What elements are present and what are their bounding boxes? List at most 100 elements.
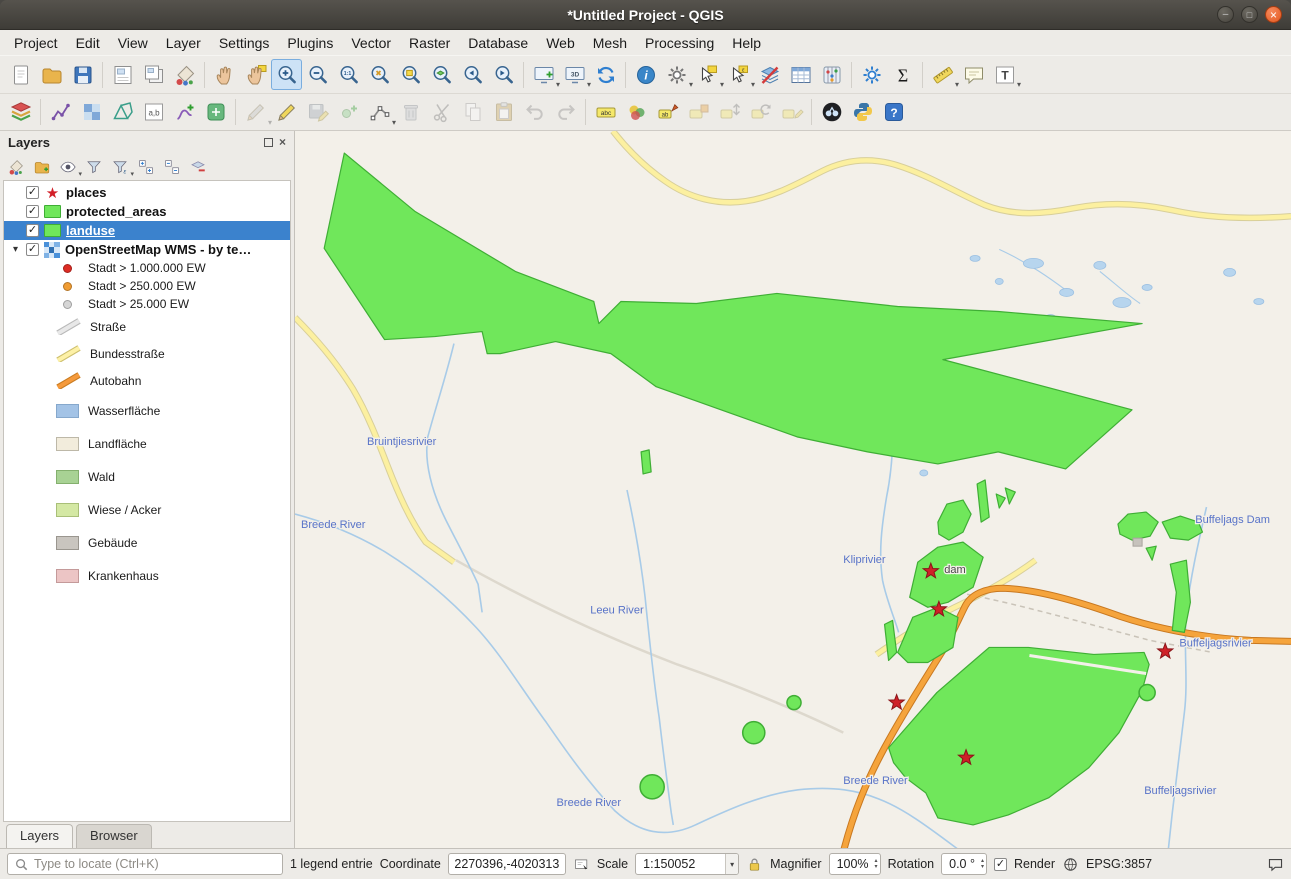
add-vector-layer-icon[interactable] bbox=[45, 97, 76, 128]
menu-project[interactable]: Project bbox=[5, 32, 67, 54]
new-shapefile-layer-icon[interactable] bbox=[169, 97, 200, 128]
save-project-icon[interactable] bbox=[67, 59, 98, 90]
zoom-out-icon[interactable] bbox=[302, 59, 333, 90]
spinner-arrows-icon[interactable]: ▴▾ bbox=[981, 858, 984, 870]
osm-place-search-icon[interactable] bbox=[816, 97, 847, 128]
remove-layer-icon[interactable] bbox=[186, 155, 210, 178]
menu-settings[interactable]: Settings bbox=[210, 32, 279, 54]
deselect-features-icon[interactable] bbox=[754, 59, 785, 90]
cut-features-icon[interactable] bbox=[426, 97, 457, 128]
pin-labels-icon[interactable]: ab bbox=[652, 97, 683, 128]
filter-by-expression-icon[interactable]: ε▾ bbox=[108, 155, 132, 178]
menu-processing[interactable]: Processing bbox=[636, 32, 723, 54]
close-icon[interactable] bbox=[1265, 6, 1282, 23]
add-group-icon[interactable] bbox=[30, 155, 54, 178]
layer-visibility-checkbox[interactable]: ✓ bbox=[26, 186, 39, 199]
zoom-to-layer-icon[interactable] bbox=[426, 59, 457, 90]
change-label-icon[interactable] bbox=[776, 97, 807, 128]
highlight-pinned-labels-icon[interactable] bbox=[683, 97, 714, 128]
layer-item-places[interactable]: ✓★places bbox=[4, 183, 290, 202]
vertex-tool-icon[interactable]: ▾ bbox=[364, 97, 395, 128]
menu-view[interactable]: View bbox=[109, 32, 157, 54]
add-delimited-text-layer-icon[interactable]: a,b bbox=[138, 97, 169, 128]
identify-features-icon[interactable]: i bbox=[630, 59, 661, 90]
help-contents-icon[interactable]: ? bbox=[878, 97, 909, 128]
add-feature-icon[interactable] bbox=[333, 97, 364, 128]
run-feature-action-icon[interactable]: ▾ bbox=[661, 59, 692, 90]
show-layout-manager-icon[interactable] bbox=[138, 59, 169, 90]
menu-web[interactable]: Web bbox=[537, 32, 584, 54]
coordinate-input[interactable]: 2270396,-4020313 bbox=[448, 853, 566, 875]
new-geopackage-layer-icon[interactable] bbox=[200, 97, 231, 128]
processing-toolbox-icon[interactable] bbox=[856, 59, 887, 90]
maximize-icon[interactable] bbox=[1241, 6, 1258, 23]
layer-visibility-checkbox[interactable]: ✓ bbox=[26, 243, 39, 256]
lock-scale-icon[interactable] bbox=[746, 856, 763, 873]
dock-close-icon[interactable]: × bbox=[279, 137, 286, 147]
manage-map-themes-icon[interactable]: ▾ bbox=[56, 155, 80, 178]
dock-tab-layers[interactable]: Layers bbox=[6, 824, 73, 848]
measure-line-icon[interactable]: ▾ bbox=[927, 59, 958, 90]
pan-to-selection-icon[interactable] bbox=[240, 59, 271, 90]
layer-item-openstreetmap-wms-by-te-[interactable]: ▾✓OpenStreetMap WMS - by te… bbox=[4, 240, 290, 259]
new-map-view-icon[interactable]: ▾ bbox=[528, 59, 559, 90]
collapse-all-icon[interactable] bbox=[160, 155, 184, 178]
crs-icon[interactable] bbox=[1062, 856, 1079, 873]
zoom-to-selection-icon[interactable] bbox=[395, 59, 426, 90]
render-checkbox[interactable]: ✓ bbox=[994, 858, 1007, 871]
delete-selected-icon[interactable] bbox=[395, 97, 426, 128]
layer-visibility-checkbox[interactable]: ✓ bbox=[26, 224, 39, 237]
zoom-last-icon[interactable] bbox=[457, 59, 488, 90]
layer-item-protected-areas[interactable]: ✓protected_areas bbox=[4, 202, 290, 221]
chevron-down-icon[interactable]: ▾ bbox=[725, 854, 738, 874]
zoom-full-icon[interactable] bbox=[364, 59, 395, 90]
menu-layer[interactable]: Layer bbox=[157, 32, 210, 54]
open-data-source-manager-icon[interactable] bbox=[5, 97, 36, 128]
expand-all-icon[interactable] bbox=[134, 155, 158, 178]
redo-icon[interactable] bbox=[550, 97, 581, 128]
rotate-label-icon[interactable] bbox=[745, 97, 776, 128]
python-console-icon[interactable] bbox=[847, 97, 878, 128]
zoom-next-icon[interactable] bbox=[488, 59, 519, 90]
field-calculator-icon[interactable] bbox=[816, 59, 847, 90]
new-print-layout-icon[interactable] bbox=[107, 59, 138, 90]
new-3d-map-view-icon[interactable]: 3D▾ bbox=[559, 59, 590, 90]
zoom-native-icon[interactable]: 1:1 bbox=[333, 59, 364, 90]
zoom-in-icon[interactable] bbox=[271, 59, 302, 90]
dock-tab-browser[interactable]: Browser bbox=[76, 824, 152, 848]
new-project-icon[interactable] bbox=[5, 59, 36, 90]
toggle-editing-icon[interactable] bbox=[271, 97, 302, 128]
select-features-icon[interactable]: ▾ bbox=[692, 59, 723, 90]
refresh-map-icon[interactable] bbox=[590, 59, 621, 90]
text-annotation-icon[interactable]: T▾ bbox=[989, 59, 1020, 90]
menu-raster[interactable]: Raster bbox=[400, 32, 459, 54]
layer-item-landuse[interactable]: ✓landuse bbox=[4, 221, 290, 240]
layer-diagram-options-icon[interactable] bbox=[621, 97, 652, 128]
layer-labeling-options-icon[interactable]: abc bbox=[590, 97, 621, 128]
crs-status[interactable]: EPSG:3857 bbox=[1086, 857, 1152, 871]
undo-icon[interactable] bbox=[519, 97, 550, 128]
map-canvas[interactable]: BruintjiesrivierBreede RiverKliprivierda… bbox=[295, 131, 1291, 848]
move-label-icon[interactable] bbox=[714, 97, 745, 128]
current-edits-icon[interactable]: ▾ bbox=[240, 97, 271, 128]
menu-mesh[interactable]: Mesh bbox=[584, 32, 636, 54]
collapse-arrow-icon[interactable]: ▾ bbox=[10, 244, 21, 255]
menu-database[interactable]: Database bbox=[459, 32, 537, 54]
minimize-icon[interactable] bbox=[1217, 6, 1234, 23]
open-layer-styling-icon[interactable] bbox=[4, 155, 28, 178]
menu-edit[interactable]: Edit bbox=[67, 32, 109, 54]
messages-icon[interactable] bbox=[1267, 856, 1284, 873]
add-raster-layer-icon[interactable] bbox=[76, 97, 107, 128]
filter-legend-icon[interactable] bbox=[82, 155, 106, 178]
dock-float-icon[interactable] bbox=[264, 138, 273, 147]
titlebar[interactable]: *Untitled Project - QGIS bbox=[0, 0, 1291, 30]
map-tips-icon[interactable] bbox=[958, 59, 989, 90]
locate-search-input[interactable]: Type to locate (Ctrl+K) bbox=[7, 853, 283, 875]
save-layer-edits-icon[interactable] bbox=[302, 97, 333, 128]
select-by-expression-icon[interactable]: ε▾ bbox=[723, 59, 754, 90]
extent-toggle-icon[interactable] bbox=[573, 856, 590, 873]
paste-features-icon[interactable] bbox=[488, 97, 519, 128]
menu-help[interactable]: Help bbox=[723, 32, 770, 54]
menu-vector[interactable]: Vector bbox=[342, 32, 400, 54]
open-attribute-table-icon[interactable] bbox=[785, 59, 816, 90]
